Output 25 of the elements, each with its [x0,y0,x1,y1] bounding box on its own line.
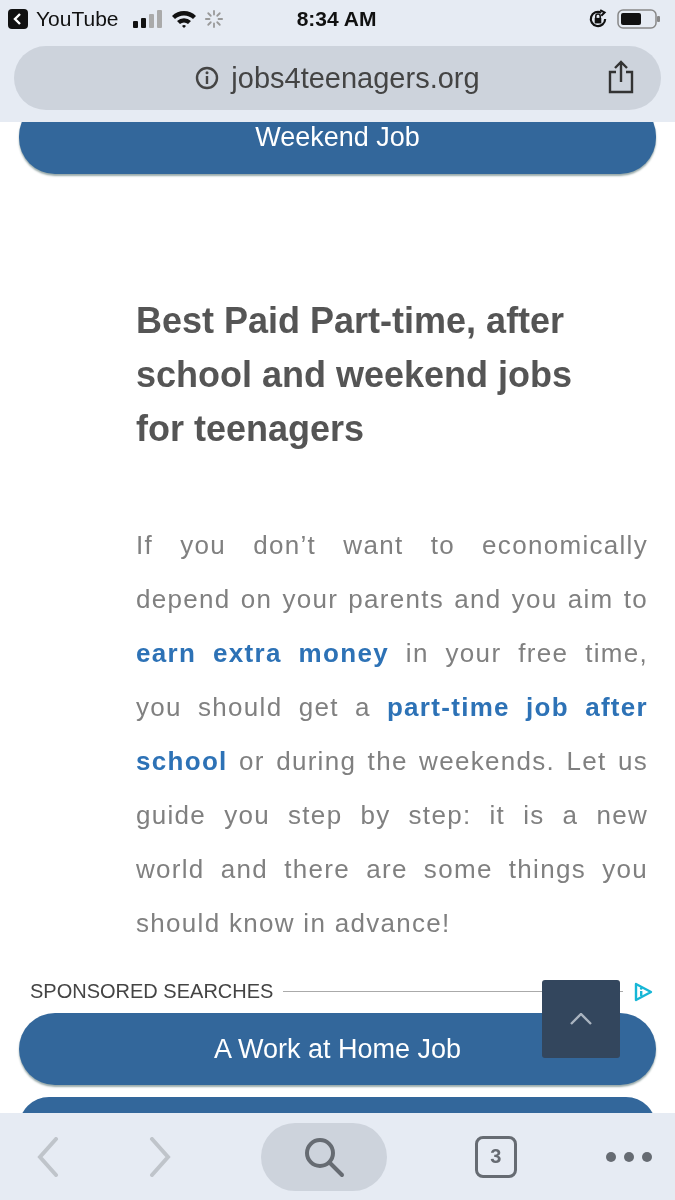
url-text: jobs4teenagers.org [231,61,480,95]
address-bar[interactable]: jobs4teenagers.org [14,46,661,110]
battery-icon [617,9,661,29]
ad-choices-icon[interactable] [633,981,653,1002]
sponsored-search-button[interactable]: A Work at Home Job [19,1013,656,1085]
search-icon [302,1135,345,1178]
share-icon[interactable] [607,60,635,94]
chevron-up-icon [570,1013,592,1025]
wifi-icon [170,9,197,29]
status-time: 8:34 AM [296,7,377,31]
rotation-lock-icon [587,8,609,30]
info-icon [195,66,220,90]
article-link[interactable]: part-time job after [386,692,648,722]
back-icon[interactable] [8,9,28,29]
tabs-button[interactable]: 3 [474,1135,517,1178]
signal-icon [132,10,163,28]
loading-icon [204,10,223,28]
article-heading: Best Paid Part-time, after school and weekend jobs for teenagers [136,299,574,451]
article-link[interactable]: earn extra money [136,638,389,668]
article-paragraph: If you don’t want to economically depend on your parents and you aim to earn extra money in your free time, you should get a part-time job after school or during the weekends. Let us guide you step by step: it is a new world and there are some things you should know in advance! [136,529,648,940]
more-icon[interactable] [605,1150,653,1163]
back-app-label[interactable]: YouTube [36,7,119,31]
weekend-job-button[interactable]: Weekend Job [19,122,656,174]
article-link[interactable]: school [136,746,228,776]
sponsored-label: SPONSORED SEARCHES [30,980,274,1003]
